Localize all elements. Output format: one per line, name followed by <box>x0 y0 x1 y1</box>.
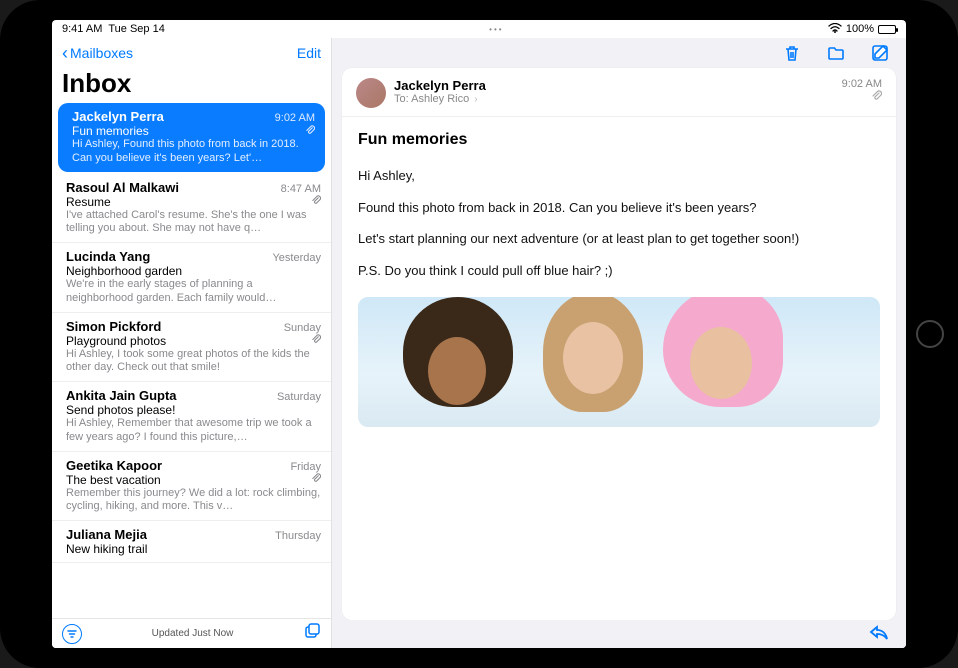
mail-paragraph: Hi Ashley, <box>358 167 880 185</box>
sender-name: Juliana Mejia <box>66 527 275 542</box>
message-preview: Remember this journey? We did a lot: roc… <box>66 487 321 515</box>
reply-button[interactable] <box>868 623 890 646</box>
mail-app: ‹ Mailboxes Edit Inbox Jackelyn Perra9:0… <box>52 38 906 648</box>
sender-name: Lucinda Yang <box>66 249 272 264</box>
edit-button[interactable]: Edit <box>297 45 321 61</box>
back-label: Mailboxes <box>70 45 133 61</box>
message-subject: Neighborhood garden <box>66 264 321 278</box>
ipad-frame: 9:41 AM Tue Sep 14 ••• 100% ‹ Mailboxes <box>0 0 958 668</box>
message-item[interactable]: Lucinda YangYesterdayNeighborhood garden… <box>52 243 331 313</box>
wifi-icon <box>828 23 842 36</box>
message-preview: Hi Ashley, Found this photo from back in… <box>72 138 315 166</box>
updated-label: Updated Just Now <box>82 628 303 639</box>
screen: 9:41 AM Tue Sep 14 ••• 100% ‹ Mailboxes <box>52 20 906 648</box>
compose-button[interactable] <box>870 43 890 63</box>
message-list[interactable]: Jackelyn Perra9:02 AMFun memoriesHi Ashl… <box>52 103 331 618</box>
message-item[interactable]: Geetika KapoorFridayThe best vacationRem… <box>52 452 331 522</box>
message-subject: Playground photos <box>66 334 311 348</box>
attachment-icon <box>305 125 315 138</box>
message-time: Friday <box>290 461 321 473</box>
sidebar: ‹ Mailboxes Edit Inbox Jackelyn Perra9:0… <box>52 38 332 648</box>
recipient: Ashley Rico <box>411 93 469 105</box>
chevron-left-icon: ‹ <box>62 44 68 62</box>
mail-header: Jackelyn Perra To: Ashley Rico › 9:02 AM <box>342 68 896 117</box>
sender-name: Geetika Kapoor <box>66 458 290 473</box>
attachment-icon <box>311 334 321 347</box>
mail-body: Fun memories Hi Ashley, Found this photo … <box>342 117 896 620</box>
mail-paragraph: Let's start planning our next adventure … <box>358 230 880 248</box>
message-preview: I've attached Carol's resume. She's the … <box>66 209 321 237</box>
status-time: 9:41 AM <box>62 23 102 35</box>
detail-sender[interactable]: Jackelyn Perra <box>394 78 834 93</box>
status-date: Tue Sep 14 <box>108 23 164 35</box>
battery-percent: 100% <box>846 23 874 35</box>
detail-time: 9:02 AM <box>842 78 882 90</box>
sender-avatar[interactable] <box>356 78 386 108</box>
mail-paragraph: P.S. Do you think I could pull off blue … <box>358 262 880 280</box>
message-subject: New hiking trail <box>66 542 321 556</box>
message-preview: Hi Ashley, I took some great photos of t… <box>66 348 321 376</box>
detail-pane: Jackelyn Perra To: Ashley Rico › 9:02 AM <box>332 38 906 648</box>
back-mailboxes-button[interactable]: ‹ Mailboxes <box>62 44 133 62</box>
multitask-grabber[interactable]: ••• <box>165 25 828 34</box>
sender-name: Jackelyn Perra <box>72 109 275 124</box>
move-folder-button[interactable] <box>826 43 846 63</box>
battery-icon <box>878 25 896 34</box>
message-time: Thursday <box>275 530 321 542</box>
sender-name: Rasoul Al Malkawi <box>66 180 281 195</box>
message-subject: Resume <box>66 195 311 209</box>
to-label: To: <box>394 93 409 105</box>
attachment-icon <box>311 473 321 486</box>
message-subject: Fun memories <box>72 124 305 138</box>
attachment-icon <box>311 195 321 208</box>
mail-card: Jackelyn Perra To: Ashley Rico › 9:02 AM <box>342 68 896 620</box>
message-time: 9:02 AM <box>275 112 315 124</box>
message-time: Yesterday <box>272 252 321 264</box>
message-time: Sunday <box>284 322 321 334</box>
message-time: 8:47 AM <box>281 183 321 195</box>
sender-name: Ankita Jain Gupta <box>66 388 277 403</box>
message-subject: The best vacation <box>66 473 311 487</box>
filter-button[interactable] <box>62 624 82 644</box>
delete-button[interactable] <box>782 43 802 63</box>
mail-paragraph: Found this photo from back in 2018. Can … <box>358 199 880 217</box>
mail-subject: Fun memories <box>358 131 880 149</box>
message-item[interactable]: Rasoul Al Malkawi8:47 AMResumeI've attac… <box>52 174 331 244</box>
message-time: Saturday <box>277 391 321 403</box>
message-item[interactable]: Juliana MejiaThursdayNew hiking trail <box>52 521 331 563</box>
status-bar: 9:41 AM Tue Sep 14 ••• 100% <box>52 20 906 38</box>
inbox-title: Inbox <box>52 68 331 103</box>
photo-attachment[interactable] <box>358 297 880 427</box>
message-preview: We're in the early stages of planning a … <box>66 278 321 306</box>
message-preview: Hi Ashley, Remember that awesome trip we… <box>66 417 321 445</box>
message-item[interactable]: Simon PickfordSundayPlayground photosHi … <box>52 313 331 383</box>
message-item[interactable]: Ankita Jain GuptaSaturdaySend photos ple… <box>52 382 331 452</box>
sender-name: Simon Pickford <box>66 319 284 334</box>
attachment-icon <box>842 90 882 104</box>
compose-stack-icon[interactable] <box>303 622 321 645</box>
home-button[interactable] <box>916 320 944 348</box>
detail-to-row[interactable]: To: Ashley Rico › <box>394 93 834 105</box>
message-subject: Send photos please! <box>66 403 321 417</box>
message-item[interactable]: Jackelyn Perra9:02 AMFun memoriesHi Ashl… <box>58 103 325 172</box>
chevron-right-icon: › <box>474 94 477 105</box>
